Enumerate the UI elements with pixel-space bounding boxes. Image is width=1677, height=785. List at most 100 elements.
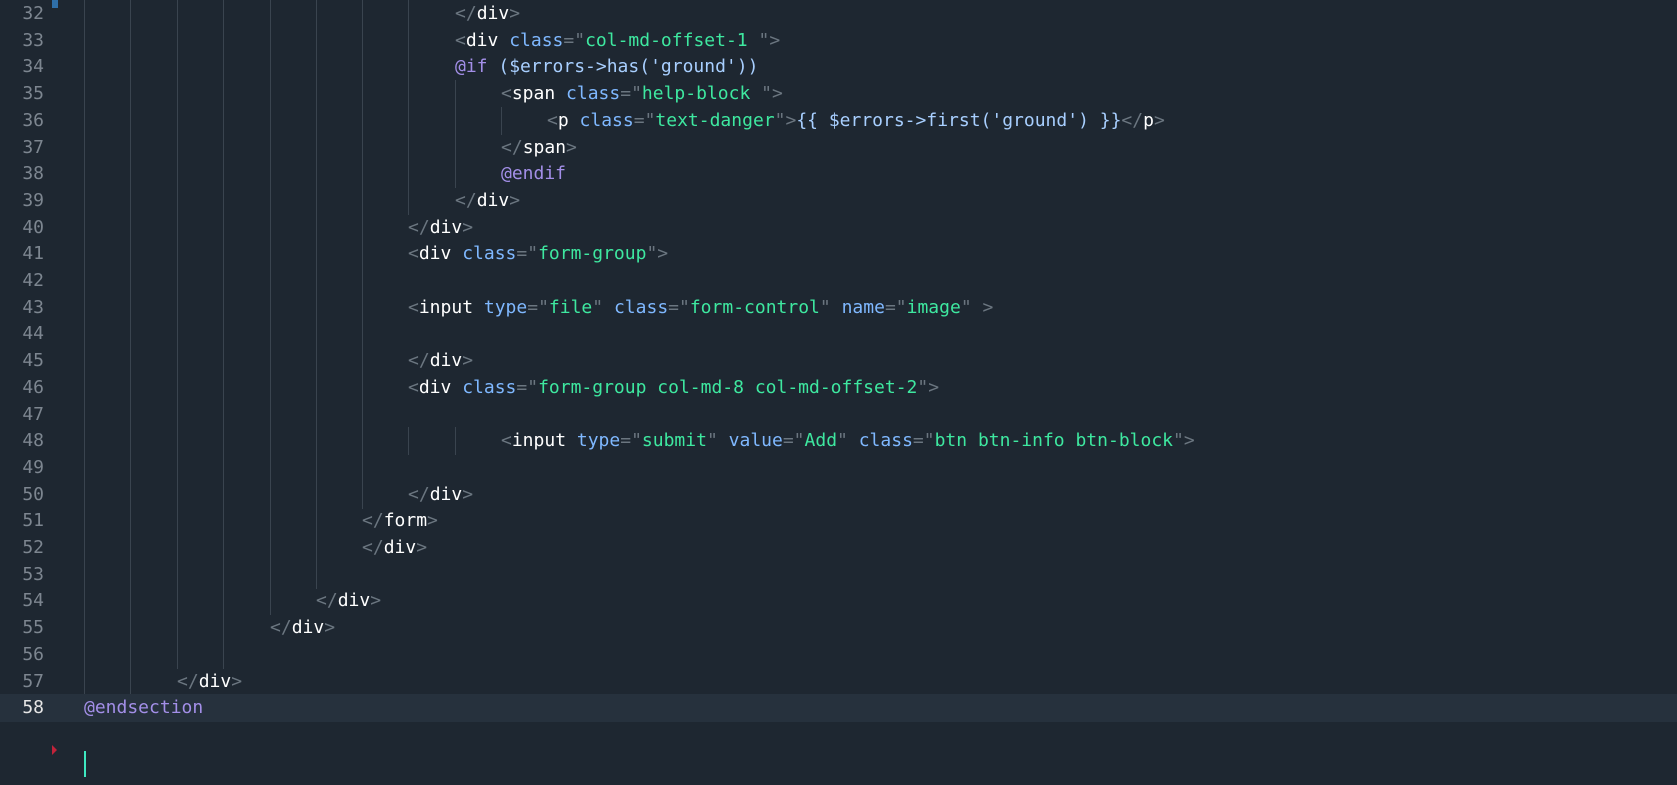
code-line[interactable]: 44 xyxy=(0,320,1677,349)
code-text[interactable]: <div class="col-md-offset-1 "> xyxy=(455,27,780,55)
code-text[interactable]: </div> xyxy=(455,187,520,215)
code-line[interactable]: 42 xyxy=(0,267,1677,295)
indent-guide xyxy=(316,400,317,429)
indent-guide xyxy=(130,213,131,242)
indent-guide xyxy=(223,186,224,215)
indent-guide xyxy=(84,480,85,509)
indent-guide xyxy=(223,240,224,269)
indent-guide xyxy=(316,347,317,376)
code-line[interactable]: 35 <span class="help-block "> xyxy=(0,80,1677,109)
indent-guide xyxy=(84,213,85,242)
indent-guide xyxy=(130,373,131,402)
indent-guide xyxy=(408,26,409,55)
indent-guide xyxy=(130,667,131,696)
code-text[interactable]: @endsection xyxy=(84,694,203,722)
code-line[interactable]: 51 </form> xyxy=(0,507,1677,536)
code-line[interactable]: 47 xyxy=(0,400,1677,429)
indent-guide xyxy=(130,186,131,215)
indent-guide xyxy=(270,0,271,28)
indent-guide xyxy=(408,106,409,135)
code-text[interactable]: </div> xyxy=(362,534,427,562)
code-text[interactable]: <input type="submit" value="Add" class="… xyxy=(501,427,1195,455)
indent-guide xyxy=(84,293,85,322)
indent-guide xyxy=(130,0,131,28)
indent-guide xyxy=(270,186,271,215)
indent-guide xyxy=(270,507,271,536)
text-cursor xyxy=(84,751,86,777)
line-number: 42 xyxy=(22,270,44,291)
indent-guide xyxy=(408,160,409,189)
indent-guide xyxy=(362,320,363,349)
indent-guide xyxy=(270,453,271,482)
code-text[interactable]: </div> xyxy=(270,614,335,642)
indent-guide xyxy=(270,560,271,589)
code-line[interactable]: 36 <p class="text-danger">{{ $errors->fir… xyxy=(0,106,1677,135)
indent-guide xyxy=(130,587,131,616)
code-text[interactable]: </span> xyxy=(501,134,577,162)
indent-guide xyxy=(130,347,131,376)
code-text[interactable]: <input type="file" class="form-control" … xyxy=(408,294,993,322)
code-text[interactable]: </form> xyxy=(362,507,438,535)
indent-guide xyxy=(84,534,85,562)
code-line[interactable]: 55 </div> xyxy=(0,614,1677,643)
breakpoint-marker-icon xyxy=(52,745,57,755)
indent-guide xyxy=(362,293,363,322)
code-line[interactable]: 41 <div class="form-group"> xyxy=(0,240,1677,269)
indent-guide xyxy=(84,667,85,696)
indent-guide xyxy=(130,133,131,162)
code-line[interactable]: 56 xyxy=(0,640,1677,669)
code-text[interactable]: </div> xyxy=(408,481,473,509)
code-line[interactable]: 48 <input type="submit" value="Add" class… xyxy=(0,427,1677,456)
code-line[interactable]: 58 @endsection xyxy=(0,694,1677,723)
code-line[interactable]: 52 </div> xyxy=(0,534,1677,562)
code-line[interactable]: 57 </div> xyxy=(0,667,1677,696)
code-line[interactable]: 53 xyxy=(0,560,1677,589)
indent-guide xyxy=(408,0,409,28)
code-line[interactable]: 33 <div class="col-md-offset-1 "> xyxy=(0,26,1677,55)
code-line[interactable]: 54 </div> xyxy=(0,587,1677,616)
code-text[interactable]: </div> xyxy=(455,0,520,28)
line-number: 58 xyxy=(22,697,44,719)
indent-guide xyxy=(362,267,363,295)
code-text[interactable]: </div> xyxy=(408,347,473,375)
line-number: 49 xyxy=(22,456,44,478)
indent-guide xyxy=(408,427,409,456)
code-line[interactable]: 39 </div> xyxy=(0,186,1677,215)
code-text[interactable]: </div> xyxy=(177,668,242,696)
indent-guide xyxy=(177,53,178,82)
code-text[interactable]: <p class="text-danger">{{ $errors->first… xyxy=(547,107,1165,135)
indent-guide xyxy=(177,534,178,562)
indent-guide xyxy=(362,186,363,215)
indent-guide xyxy=(223,160,224,189)
indent-guide xyxy=(130,453,131,482)
code-text[interactable]: <div class="form-group col-md-8 col-md-o… xyxy=(408,374,939,402)
indent-guide xyxy=(177,293,178,322)
code-line[interactable]: 38 @endif xyxy=(0,160,1677,189)
code-line[interactable]: 43 <input type="file" class="form-control… xyxy=(0,293,1677,322)
code-text[interactable]: <span class="help-block "> xyxy=(501,80,783,108)
code-line[interactable]: 45 </div> xyxy=(0,347,1677,376)
indent-guide xyxy=(130,160,131,189)
code-line[interactable]: 34 @if ($errors->has('ground')) xyxy=(0,53,1677,82)
code-line[interactable]: 46 <div class="form-group col-md-8 col-md… xyxy=(0,373,1677,402)
code-line[interactable]: 37 </span> xyxy=(0,133,1677,162)
indent-guide xyxy=(223,267,224,295)
code-line[interactable]: 40 </div> xyxy=(0,213,1677,242)
indent-guide xyxy=(223,507,224,536)
indent-guide xyxy=(270,133,271,162)
code-line[interactable]: 50 </div> xyxy=(0,480,1677,509)
indent-guide xyxy=(84,267,85,295)
code-text[interactable]: @endif xyxy=(501,160,566,188)
line-number: 36 xyxy=(22,109,44,131)
code-text[interactable]: <div class="form-group"> xyxy=(408,240,668,268)
code-text[interactable]: </div> xyxy=(316,587,381,615)
code-text[interactable]: </div> xyxy=(408,214,473,242)
indent-guide xyxy=(270,373,271,402)
code-line[interactable]: 49 xyxy=(0,453,1677,482)
code-text[interactable]: @if ($errors->has('ground')) xyxy=(455,53,758,81)
indent-guide xyxy=(130,560,131,589)
code-editor[interactable]: 32 </div> 33 <div class="col-md-offset-1 ">… xyxy=(0,0,1677,785)
indent-guide xyxy=(270,26,271,55)
code-line[interactable]: 32 </div> xyxy=(0,0,1677,28)
indent-guide xyxy=(223,53,224,82)
